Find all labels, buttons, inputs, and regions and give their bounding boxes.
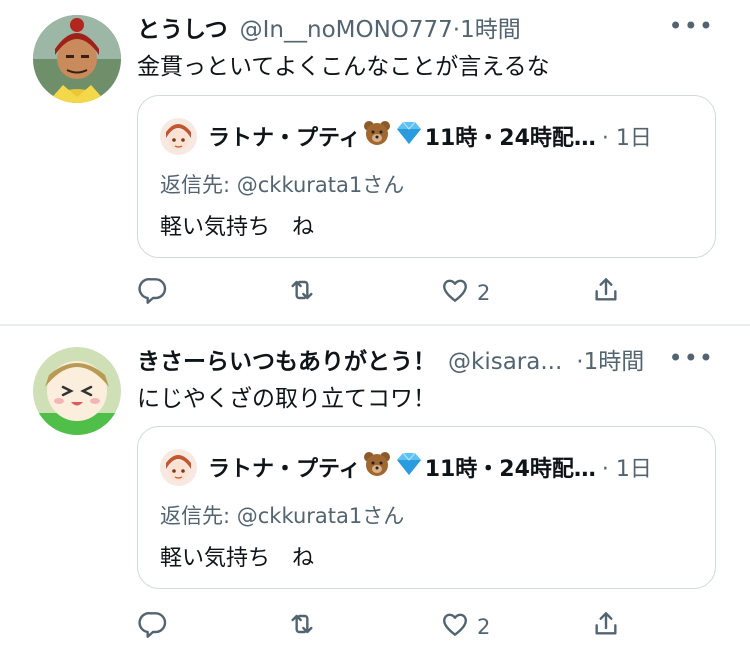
reply-icon [137, 608, 169, 645]
like-count: 2 [477, 280, 491, 305]
timestamp[interactable]: ·1時間 [576, 342, 644, 376]
tweet-actions: 2 [137, 274, 657, 310]
share-button[interactable] [590, 608, 622, 645]
share-icon [590, 608, 622, 645]
gem-emoji-icon [395, 121, 423, 151]
user-handle[interactable]: @kisara... [448, 349, 562, 375]
share-icon [590, 274, 622, 311]
reply-to-label[interactable]: 返信先: @ckkurata1さん [160, 169, 404, 199]
quote-avatar[interactable] [160, 118, 197, 155]
avatar[interactable] [33, 347, 121, 435]
tweet-header: とうしつ @In__noMONO777 ·1時間 [137, 10, 521, 44]
retweet-button[interactable] [286, 274, 318, 311]
tweet[interactable]: きさーらいつもありがとう！ @kisara... ·1時間 ••• にじやくざの… [0, 326, 750, 657]
quote-timestamp[interactable]: · 1日 [602, 120, 652, 152]
tweet[interactable]: とうしつ @In__noMONO777 ·1時間 ••• 金貫っといてよくこんな… [0, 0, 750, 324]
tweet-header: きさーらいつもありがとう！ @kisara... ·1時間 [137, 342, 644, 376]
reply-button[interactable] [137, 274, 169, 311]
more-icon[interactable]: ••• [669, 12, 714, 40]
like-icon [439, 608, 471, 645]
quoted-tweet[interactable]: ラトナ・プティ 11時・24時配… · 1日 返信先: @ckkurata1さん… [137, 95, 716, 258]
user-handle[interactable]: @In__noMONO777 [240, 17, 453, 43]
quote-name-suffix[interactable]: 11時・24時配… [425, 120, 596, 152]
retweet-icon [286, 608, 318, 645]
like-button[interactable]: 2 [439, 608, 490, 645]
reply-button[interactable] [137, 608, 169, 645]
quote-display-name[interactable]: ラトナ・プティ [208, 120, 361, 152]
quote-display-name[interactable]: ラトナ・プティ [208, 451, 361, 483]
bear-emoji-icon [363, 451, 391, 483]
more-icon[interactable]: ••• [669, 344, 714, 372]
quote-header: ラトナ・プティ 11時・24時配… · 1日 [208, 120, 652, 152]
gem-emoji-icon [395, 452, 423, 482]
quote-avatar[interactable] [160, 449, 197, 486]
like-icon [439, 274, 471, 311]
share-button[interactable] [590, 274, 622, 311]
quote-header: ラトナ・プティ 11時・24時配… · 1日 [208, 451, 652, 483]
quoted-tweet[interactable]: ラトナ・プティ 11時・24時配… · 1日 返信先: @ckkurata1さん… [137, 426, 716, 589]
tweet-text: にじやくざの取り立てコワ！ [137, 386, 436, 412]
reply-to-label[interactable]: 返信先: @ckkurata1さん [160, 500, 404, 530]
retweet-icon [286, 274, 318, 311]
like-button[interactable]: 2 [439, 274, 490, 311]
quote-timestamp[interactable]: · 1日 [602, 451, 652, 483]
tweet-text: 金貫っといてよくこんなことが言えるな [137, 54, 550, 80]
quote-text: 軽い気持ち ね [160, 546, 315, 571]
like-count: 2 [477, 614, 491, 639]
display-name[interactable]: きさーらいつもありがとう！ [137, 342, 436, 376]
retweet-button[interactable] [286, 608, 318, 645]
tweet-actions: 2 [137, 608, 657, 644]
display-name[interactable]: とうしつ [137, 10, 228, 44]
timestamp[interactable]: ·1時間 [453, 10, 521, 44]
quote-text: 軽い気持ち ね [160, 215, 315, 240]
quote-name-suffix[interactable]: 11時・24時配… [425, 451, 596, 483]
reply-icon [137, 274, 169, 311]
bear-emoji-icon [363, 120, 391, 152]
avatar[interactable] [33, 15, 121, 103]
